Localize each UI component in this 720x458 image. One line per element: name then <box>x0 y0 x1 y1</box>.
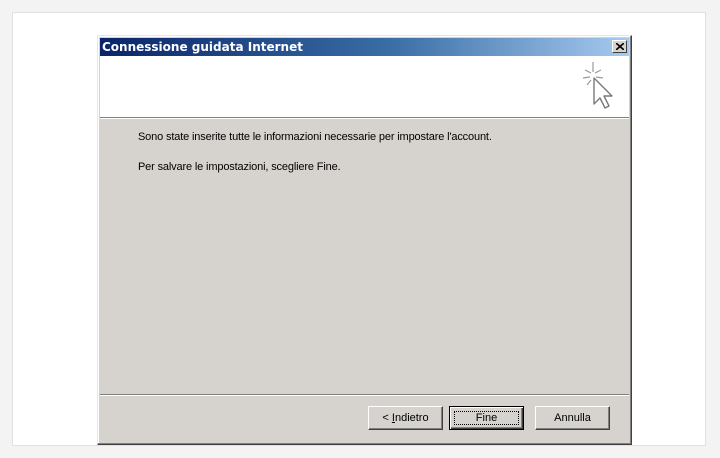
info-text-line-2: Per salvare le impostazioni, scegliere F… <box>138 161 341 173</box>
close-icon <box>616 43 624 50</box>
finish-button[interactable]: Fine <box>449 406 524 430</box>
focus-rectangle <box>454 411 519 425</box>
cancel-button[interactable]: Annulla <box>535 406 610 430</box>
header-divider <box>100 117 629 119</box>
wizard-dialog: Connessione guidata Internet Sono state … <box>97 35 632 445</box>
window-title: Connessione guidata Internet <box>102 40 303 54</box>
back-button-rest: ndietro <box>394 412 429 424</box>
back-button[interactable]: < Indietro <box>368 406 443 430</box>
back-button-prefix: < <box>382 412 392 424</box>
cancel-button-label: Annulla <box>554 412 591 424</box>
title-bar[interactable]: Connessione guidata Internet <box>100 38 629 56</box>
info-text-line-1: Sono state inserite tutte le informazion… <box>138 131 492 143</box>
close-button[interactable] <box>612 40 627 53</box>
wizard-cursor-sparkle-icon <box>582 62 613 109</box>
wizard-header <box>100 56 629 117</box>
footer-divider <box>100 394 629 396</box>
